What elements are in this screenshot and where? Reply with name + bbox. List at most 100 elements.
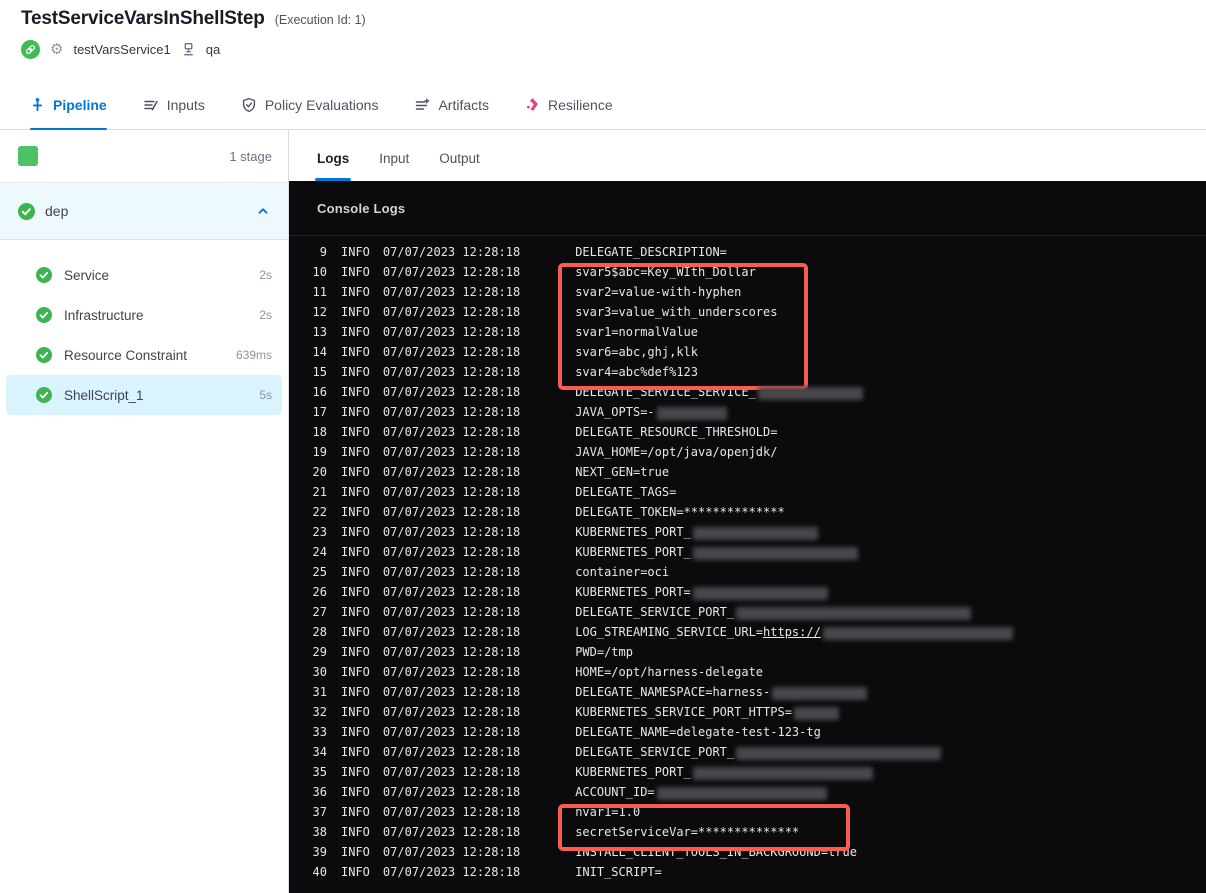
log-line: 40 INFO 07/07/2023 12:28:18 INIT_SCRIPT= — [289, 862, 1206, 882]
app-root: TestServiceVarsInShellStep (Execution Id… — [0, 0, 1206, 893]
log-line-number: 10 — [312, 265, 327, 279]
log-timestamp: 07/07/2023 12:28:18 — [382, 285, 521, 299]
artifacts-icon — [414, 97, 430, 113]
log-message: KUBERNETES_PORT_ — [575, 545, 860, 560]
log-message: nvar1=1.0 — [575, 805, 641, 819]
log-line-number: 17 — [312, 405, 327, 419]
log-line: 11 INFO 07/07/2023 12:28:18 svar2=value-wit… — [289, 282, 1206, 302]
log-message: DELEGATE_NAME=delegate-test-123-tg — [575, 725, 821, 739]
log-timestamp: 07/07/2023 12:28:18 — [382, 545, 521, 559]
log-level: INFO — [341, 365, 370, 379]
tab-inputs[interactable]: Inputs — [143, 80, 205, 129]
log-message: INIT_SCRIPT= — [575, 865, 662, 879]
log-message: HOME=/opt/harness-delegate — [575, 665, 764, 679]
log-message: JAVA_HOME=/opt/java/openjdk/ — [575, 445, 778, 459]
log-level: INFO — [341, 705, 370, 719]
log-message: KUBERNETES_PORT_ — [575, 765, 875, 780]
step-service[interactable]: Service 2s — [0, 255, 288, 295]
log-level: INFO — [341, 385, 370, 399]
log-timestamp: 07/07/2023 12:28:18 — [382, 645, 521, 659]
log-timestamp: 07/07/2023 12:28:18 — [382, 605, 521, 619]
tab-policy-evaluations[interactable]: Policy Evaluations — [241, 80, 379, 129]
stage-group-label: dep — [45, 203, 69, 219]
log-level: INFO — [341, 845, 370, 859]
step-label: Infrastructure — [64, 307, 144, 323]
main-tabbar: Pipeline Inputs Policy Evaluations Artif… — [0, 80, 1206, 130]
log-line: 31 INFO 07/07/2023 12:28:18 DELEGATE_NAMESP… — [289, 682, 1206, 702]
step-duration: 5s — [259, 388, 272, 402]
log-level: INFO — [341, 525, 370, 539]
log-line-number: 15 — [312, 365, 327, 379]
pipeline-icon — [30, 97, 45, 112]
log-message: KUBERNETES_PORT= — [575, 585, 830, 600]
redacted-text — [692, 587, 828, 600]
step-shellscript-1[interactable]: ShellScript_1 5s — [6, 375, 282, 415]
step-infrastructure[interactable]: Infrastructure 2s — [0, 295, 288, 335]
log-timestamp: 07/07/2023 12:28:18 — [382, 365, 521, 379]
log-message: NEXT_GEN=true — [575, 465, 670, 479]
cd-module-icon — [21, 40, 40, 59]
log-line-number: 12 — [312, 305, 327, 319]
log-message: secretServiceVar=************** — [575, 825, 800, 839]
log-line: 27 INFO 07/07/2023 12:28:18 DELEGATE_SERVIC… — [289, 602, 1206, 622]
log-level: INFO — [341, 825, 370, 839]
redacted-text — [692, 527, 818, 540]
log-message: svar2=value-with-hyphen — [575, 285, 742, 299]
log-message: DELEGATE_TAGS= — [575, 485, 677, 499]
log-level: INFO — [341, 265, 370, 279]
service-name[interactable]: testVarsService1 — [73, 42, 170, 57]
log-message: JAVA_OPTS=- — [575, 405, 728, 420]
step-resource-constraint[interactable]: Resource Constraint 639ms — [0, 335, 288, 375]
log-timestamp: 07/07/2023 12:28:18 — [382, 445, 521, 459]
log-timestamp: 07/07/2023 12:28:18 — [382, 485, 521, 499]
stage-group-dep[interactable]: dep — [0, 183, 288, 240]
log-line-number: 20 — [312, 465, 327, 479]
execution-id-label: (Execution Id: 1) — [274, 13, 366, 27]
environment-name[interactable]: qa — [206, 42, 220, 57]
log-timestamp: 07/07/2023 12:28:18 — [382, 685, 521, 699]
log-timestamp: 07/07/2023 12:28:18 — [382, 505, 521, 519]
log-url-link[interactable]: https:// — [763, 625, 821, 639]
log-level: INFO — [341, 585, 370, 599]
tab-label: Artifacts — [438, 96, 490, 113]
log-line: 39 INFO 07/07/2023 12:28:18 INSTALL_CLIENT_… — [289, 842, 1206, 862]
redacted-text — [757, 387, 863, 400]
log-line: 24 INFO 07/07/2023 12:28:18 KUBERNETES_PORT… — [289, 542, 1206, 562]
log-line-number: 14 — [312, 345, 327, 359]
log-line: 37 INFO 07/07/2023 12:28:18 nvar1=1.0 — [289, 802, 1206, 822]
log-message: LOG_STREAMING_SERVICE_URL=https:// — [575, 625, 1015, 640]
log-level: INFO — [341, 565, 370, 579]
step-label: Service — [64, 267, 110, 283]
log-level: INFO — [341, 725, 370, 739]
log-message: DELEGATE_SERVICE_SERVICE_ — [575, 385, 865, 400]
shield-check-icon — [241, 97, 257, 113]
page-header: TestServiceVarsInShellStep (Execution Id… — [0, 0, 1206, 80]
chevron-up-icon[interactable] — [256, 204, 270, 218]
tab-resilience[interactable]: Resilience — [525, 80, 613, 129]
tab-input[interactable]: Input — [379, 151, 409, 181]
log-level: INFO — [341, 345, 370, 359]
log-message: INSTALL_CLIENT_TOOLS_IN_BACKGROUND=true — [575, 845, 857, 859]
tab-label: Policy Evaluations — [264, 96, 379, 113]
log-timestamp: 07/07/2023 12:28:18 — [382, 845, 521, 859]
check-circle-icon — [36, 267, 52, 283]
step-duration: 639ms — [235, 348, 272, 362]
log-line-number: 35 — [312, 765, 327, 779]
tab-logs[interactable]: Logs — [314, 151, 352, 181]
log-line: 25 INFO 07/07/2023 12:28:18 container=oci — [289, 562, 1206, 582]
tab-artifacts[interactable]: Artifacts — [414, 80, 489, 129]
log-lines[interactable]: 9 INFO 07/07/2023 12:28:18 DELEGATE_DESCRIP… — [289, 236, 1206, 893]
redacted-text — [656, 787, 827, 800]
log-line: 21 INFO 07/07/2023 12:28:18 DELEGATE_TAGS= — [289, 482, 1206, 502]
execution-sidebar: 1 stage dep Service 2s Infrastructure 2s… — [0, 130, 289, 893]
log-message: svar1=normalValue — [575, 325, 699, 339]
log-line: 29 INFO 07/07/2023 12:28:18 PWD=/tmp — [289, 642, 1206, 662]
stage-status-square[interactable] — [18, 146, 38, 166]
tab-pipeline[interactable]: Pipeline — [30, 80, 107, 130]
log-level: INFO — [341, 645, 370, 659]
log-message: KUBERNETES_PORT_ — [575, 525, 820, 540]
log-timestamp: 07/07/2023 12:28:18 — [382, 305, 521, 319]
log-line: 19 INFO 07/07/2023 12:28:18 JAVA_HOME=/opt/… — [289, 442, 1206, 462]
tab-output[interactable]: Output — [439, 151, 480, 181]
log-level: INFO — [341, 685, 370, 699]
